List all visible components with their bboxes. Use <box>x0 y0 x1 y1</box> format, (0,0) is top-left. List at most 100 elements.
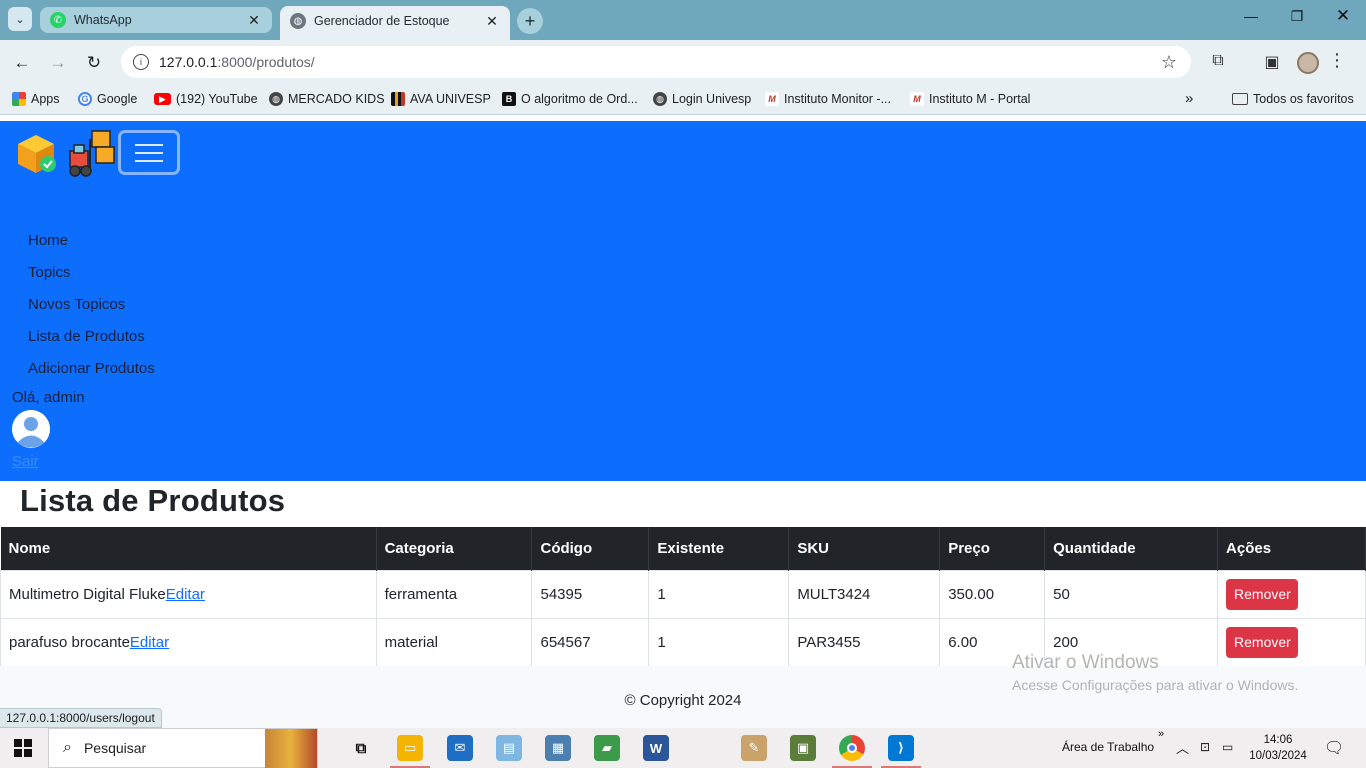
windows-taskbar: ⌕ Pesquisar ⧉ ▭ ✉ ▤ ▦ ▰ W ✎ ▣ ⟩ Área de … <box>0 728 1366 768</box>
column-header: Ações <box>1217 527 1366 570</box>
back-arrow-icon[interactable]: ← <box>9 50 35 76</box>
address-bar[interactable]: i 127.0.0.1:8000/produtos/ ☆ <box>121 46 1191 78</box>
cell-nome: Multimetro Digital FlukeEditar <box>0 569 377 619</box>
nav-item-adicionar-produtos[interactable]: Adicionar Produtos <box>28 357 155 389</box>
close-window-icon[interactable]: ✕ <box>1320 6 1366 26</box>
column-header: Quantidade <box>1044 527 1219 570</box>
desktop-toolbar-label[interactable]: Área de Trabalho <box>1062 740 1154 754</box>
column-header: SKU <box>788 527 941 570</box>
nav-item-lista-produtos[interactable]: Lista de Produtos <box>28 325 155 357</box>
bookmark-instituto-portal[interactable]: M Instituto M - Portal <box>910 92 1030 106</box>
tab-title: WhatsApp <box>74 13 132 27</box>
copyright-text: © Copyright 2024 <box>624 692 742 709</box>
folder-icon <box>1232 93 1248 105</box>
new-tab-button[interactable]: + <box>517 8 543 34</box>
bookmark-label: AVA UNIVESP <box>410 92 491 106</box>
bookmark-label: Instituto Monitor -... <box>784 92 891 106</box>
bookmark-apps[interactable]: Apps <box>12 92 60 106</box>
box-check-logo-icon[interactable] <box>16 133 56 173</box>
bookmark-ava-univesp[interactable]: AVA UNIVESP <box>391 92 491 106</box>
calculator-icon[interactable]: ▦ <box>545 735 571 761</box>
page-footer: © Copyright 2024 <box>0 666 1366 728</box>
minimize-icon[interactable]: — <box>1228 8 1274 24</box>
tray-overflow-chevron-icon[interactable]: ︿ <box>1176 738 1189 757</box>
taskbar-clock[interactable]: 14:06 10/03/2024 <box>1248 732 1308 764</box>
extensions-puzzle-icon[interactable]: ⧉ <box>1207 52 1229 70</box>
bookmark-label: Login Univesp <box>672 92 752 106</box>
column-header: Categoria <box>376 527 533 570</box>
windows-activation-title: Ativar o Windows <box>1012 652 1159 673</box>
bookmark-mercado-kids[interactable]: ◍ MERCADO KIDS <box>269 92 385 106</box>
table-header-row: Nome Categoria Código Existente SKU Preç… <box>0 527 1366 570</box>
cell-sku: PAR3455 <box>788 617 941 667</box>
navbar-toggler-button[interactable] <box>118 130 180 175</box>
cell-categoria: material <box>375 617 533 667</box>
taskbar-search-box[interactable]: ⌕ Pesquisar <box>48 728 318 768</box>
more-bookmarks-chevron-icon[interactable]: » <box>1185 90 1193 107</box>
search-highlight-image <box>265 729 317 768</box>
remove-button[interactable]: Remover <box>1226 626 1299 658</box>
nav-menu: Home Topics Novos Topicos Lista de Produ… <box>28 229 155 389</box>
side-panel-icon[interactable]: ▣ <box>1261 52 1283 72</box>
mail-icon[interactable]: ✉ <box>447 735 473 761</box>
bookmark-instituto-monitor[interactable]: M Instituto Monitor -... <box>765 92 891 106</box>
tab-whatsapp[interactable]: ✆ WhatsApp ✕ <box>40 7 272 33</box>
file-explorer-icon[interactable]: ▭ <box>397 735 423 761</box>
bookmark-login-univesp[interactable]: ◍ Login Univesp <box>653 92 751 106</box>
product-name: Multimetro Digital Fluke <box>9 585 166 603</box>
reload-icon[interactable]: ↻ <box>81 50 107 76</box>
tab-search-chevron-icon[interactable]: ⌄ <box>8 7 32 31</box>
nav-item-home[interactable]: Home <box>28 229 155 261</box>
page-title: Lista de Produtos <box>20 483 286 518</box>
notifications-icon[interactable]: 🗨 <box>1324 738 1344 758</box>
paint-icon[interactable]: ✎ <box>741 735 767 761</box>
clock-date: 10/03/2024 <box>1249 750 1307 762</box>
close-tab-icon[interactable]: ✕ <box>484 13 500 30</box>
cell-sku: MULT3424 <box>788 569 941 619</box>
forward-arrow-icon[interactable]: → <box>45 50 71 76</box>
bookmark-label: MERCADO KIDS <box>288 92 385 106</box>
tab-gerenciador[interactable]: ◍ Gerenciador de Estoque ✕ <box>280 6 510 40</box>
edit-link[interactable]: Editar <box>166 586 205 603</box>
network-icon[interactable]: ⊡ <box>1200 740 1210 754</box>
windows-start-icon[interactable] <box>14 739 32 757</box>
battery-icon[interactable]: ▭ <box>1222 740 1233 754</box>
restore-icon[interactable]: ❐ <box>1274 8 1320 25</box>
logout-link[interactable]: Sair <box>12 453 39 470</box>
tab-title: Gerenciador de Estoque <box>314 14 450 28</box>
instituto-icon: M <box>765 92 779 106</box>
bookmark-algoritmo[interactable]: B O algoritmo de Ord... <box>502 92 638 106</box>
nav-item-topics[interactable]: Topics <box>28 261 155 293</box>
clock-time: 14:06 <box>1263 734 1293 746</box>
word-icon[interactable]: W <box>643 735 669 761</box>
vscode-icon[interactable]: ⟩ <box>888 735 914 761</box>
bookmark-youtube[interactable]: ▶ (192) YouTube <box>154 92 258 106</box>
profile-avatar[interactable] <box>1297 52 1319 74</box>
task-view-icon[interactable]: ⧉ <box>348 735 374 761</box>
site-navbar: Home Topics Novos Topicos Lista de Produ… <box>0 121 1366 481</box>
url-host: 127.0.0.1 <box>159 54 218 70</box>
bookmark-label: Google <box>97 92 138 106</box>
close-tab-icon[interactable]: ✕ <box>246 12 262 29</box>
menu-kebab-icon[interactable]: ⋮ <box>1326 50 1348 71</box>
all-bookmarks-folder[interactable]: Todos os favoritos <box>1232 92 1354 106</box>
product-name: parafuso brocante <box>9 633 130 651</box>
remove-button[interactable]: Remover <box>1226 578 1299 610</box>
site-info-icon[interactable]: i <box>133 54 149 70</box>
bookmark-star-icon[interactable]: ☆ <box>1161 52 1177 73</box>
minecraft-icon[interactable]: ▣ <box>790 735 816 761</box>
browser-toolbar: ← → ↻ i 127.0.0.1:8000/produtos/ ☆ ⧉ ▣ ⋮ <box>0 40 1366 85</box>
bookmark-google[interactable]: G Google <box>78 92 137 106</box>
bookmark-label: Apps <box>31 92 60 106</box>
chrome-icon[interactable] <box>839 735 865 761</box>
search-icon: ⌕ <box>63 739 72 756</box>
bookmark-label: Todos os favoritos <box>1253 92 1354 106</box>
cell-quantidade: 50 <box>1044 569 1219 619</box>
column-header: Nome <box>0 527 377 570</box>
nav-item-novos-topicos[interactable]: Novos Topicos <box>28 293 155 325</box>
edit-link[interactable]: Editar <box>130 634 169 651</box>
toolbar-chevron-icon[interactable]: » <box>1158 728 1164 740</box>
bookmark-label: (192) YouTube <box>176 92 258 106</box>
chart-app-icon[interactable]: ▰ <box>594 735 620 761</box>
notes-icon[interactable]: ▤ <box>496 735 522 761</box>
